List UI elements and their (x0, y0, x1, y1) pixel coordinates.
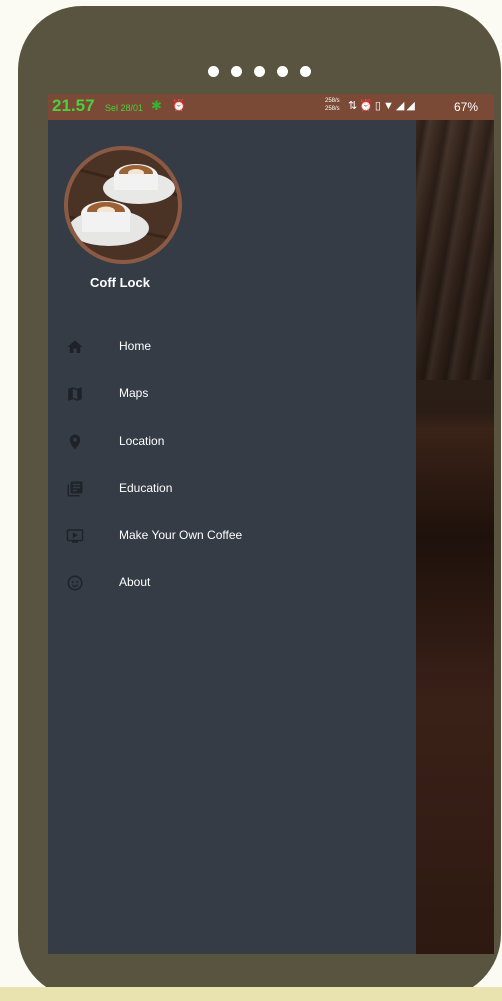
menu-item-label: Maps (119, 386, 149, 401)
signal-icon: ◢◢ (395, 100, 417, 112)
data-arrows-icon: ⇅ (348, 100, 360, 112)
speed-up: 258/s (325, 98, 340, 104)
menu-item-label: About (119, 575, 151, 590)
phone-frame: 21.57 Sel 28/01 ✱ ⏰ 258/s 258/s ⇅⏰▯▼◢◢ 6… (18, 6, 501, 998)
alarm-clock-icon: ⏰ (359, 100, 375, 112)
status-date: Sel 28/01 (105, 103, 144, 113)
library-books-icon (66, 480, 84, 498)
wifi-icon: ▼ (382, 100, 396, 112)
smiley-icon (66, 574, 84, 592)
battery-level: 67% (454, 100, 479, 114)
app-name: Coff Lock (90, 275, 150, 290)
menu-item-home[interactable]: Home (48, 324, 416, 371)
bottom-strip (0, 987, 502, 1001)
menu-item-label: Location (119, 433, 165, 448)
menu-item-maps[interactable]: Maps (48, 371, 416, 418)
navigation-drawer: Coff Lock Home Maps Location Education M… (48, 120, 416, 954)
alarm-icon: ⏰ (172, 100, 186, 112)
map-icon (66, 385, 84, 403)
status-bar: 21.57 Sel 28/01 ✱ ⏰ 258/s 258/s ⇅⏰▯▼◢◢ 6… (48, 94, 494, 120)
menu-item-about[interactable]: About (48, 560, 416, 607)
vibrate-icon: ▯ (374, 100, 383, 112)
leaf-icon: ✱ (151, 98, 162, 113)
video-play-icon (66, 527, 84, 545)
menu-item-make-your-own-coffee[interactable]: Make Your Own Coffee (48, 513, 416, 560)
menu-item-label: Make Your Own Coffee (119, 528, 243, 543)
avatar (64, 146, 182, 264)
phone-screen: 21.57 Sel 28/01 ✱ ⏰ 258/s 258/s ⇅⏰▯▼◢◢ 6… (48, 94, 494, 954)
speaker-dots (18, 66, 501, 77)
menu-item-label: Home (119, 339, 152, 353)
menu-item-education[interactable]: Education (48, 466, 416, 513)
location-pin-icon (66, 433, 84, 451)
status-icons: ⇅⏰▯▼◢◢ (348, 99, 417, 112)
drawer-menu: Home Maps Location Education Make Your O… (48, 324, 416, 608)
home-icon (66, 338, 84, 356)
network-speed: 258/s 258/s (325, 97, 340, 113)
menu-item-location[interactable]: Location (48, 419, 416, 466)
status-time: 21.57 (52, 96, 95, 115)
speed-down: 258/s (325, 106, 340, 112)
menu-item-label: Education (119, 480, 173, 495)
background-photo (416, 120, 494, 954)
